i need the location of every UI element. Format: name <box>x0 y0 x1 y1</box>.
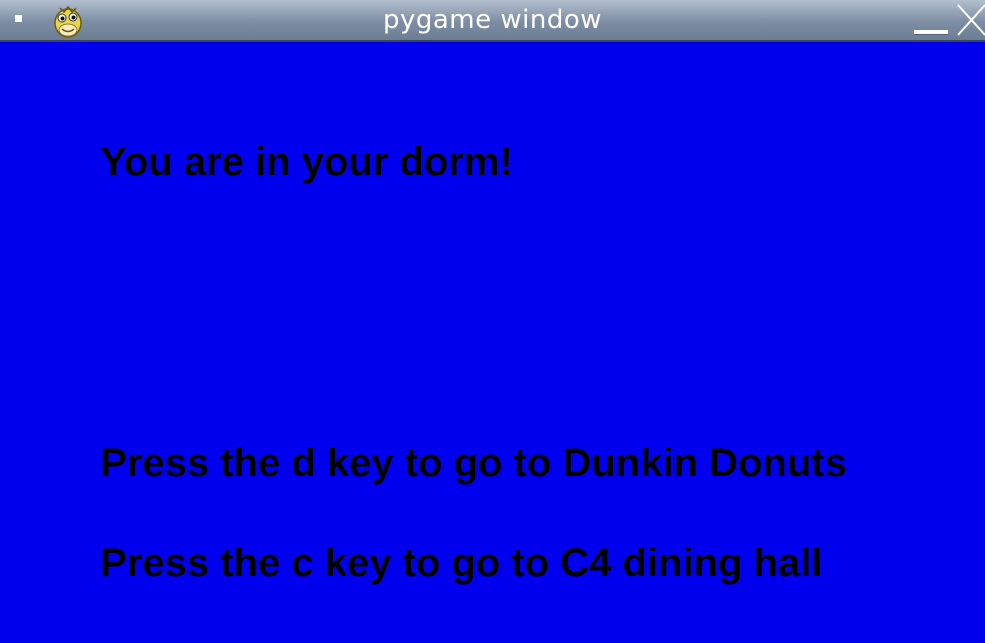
window-title: pygame window <box>382 5 603 35</box>
title-bar[interactable]: pygame window <box>0 0 985 42</box>
location-message: You are in your dorm! <box>100 140 513 184</box>
instruction-dunkin: Press the d key to go to Dunkin Donuts <box>100 441 847 485</box>
close-button[interactable] <box>955 2 985 38</box>
minimize-icon <box>914 30 948 35</box>
instruction-c4: Press the c key to go to C4 dining hall <box>100 541 823 585</box>
minimize-button[interactable] <box>912 10 950 36</box>
close-icon <box>957 4 985 36</box>
game-canvas[interactable]: You are in your dorm! Press the d key to… <box>0 42 985 643</box>
pygame-window: pygame window You are in your dorm! Pres… <box>0 0 985 643</box>
